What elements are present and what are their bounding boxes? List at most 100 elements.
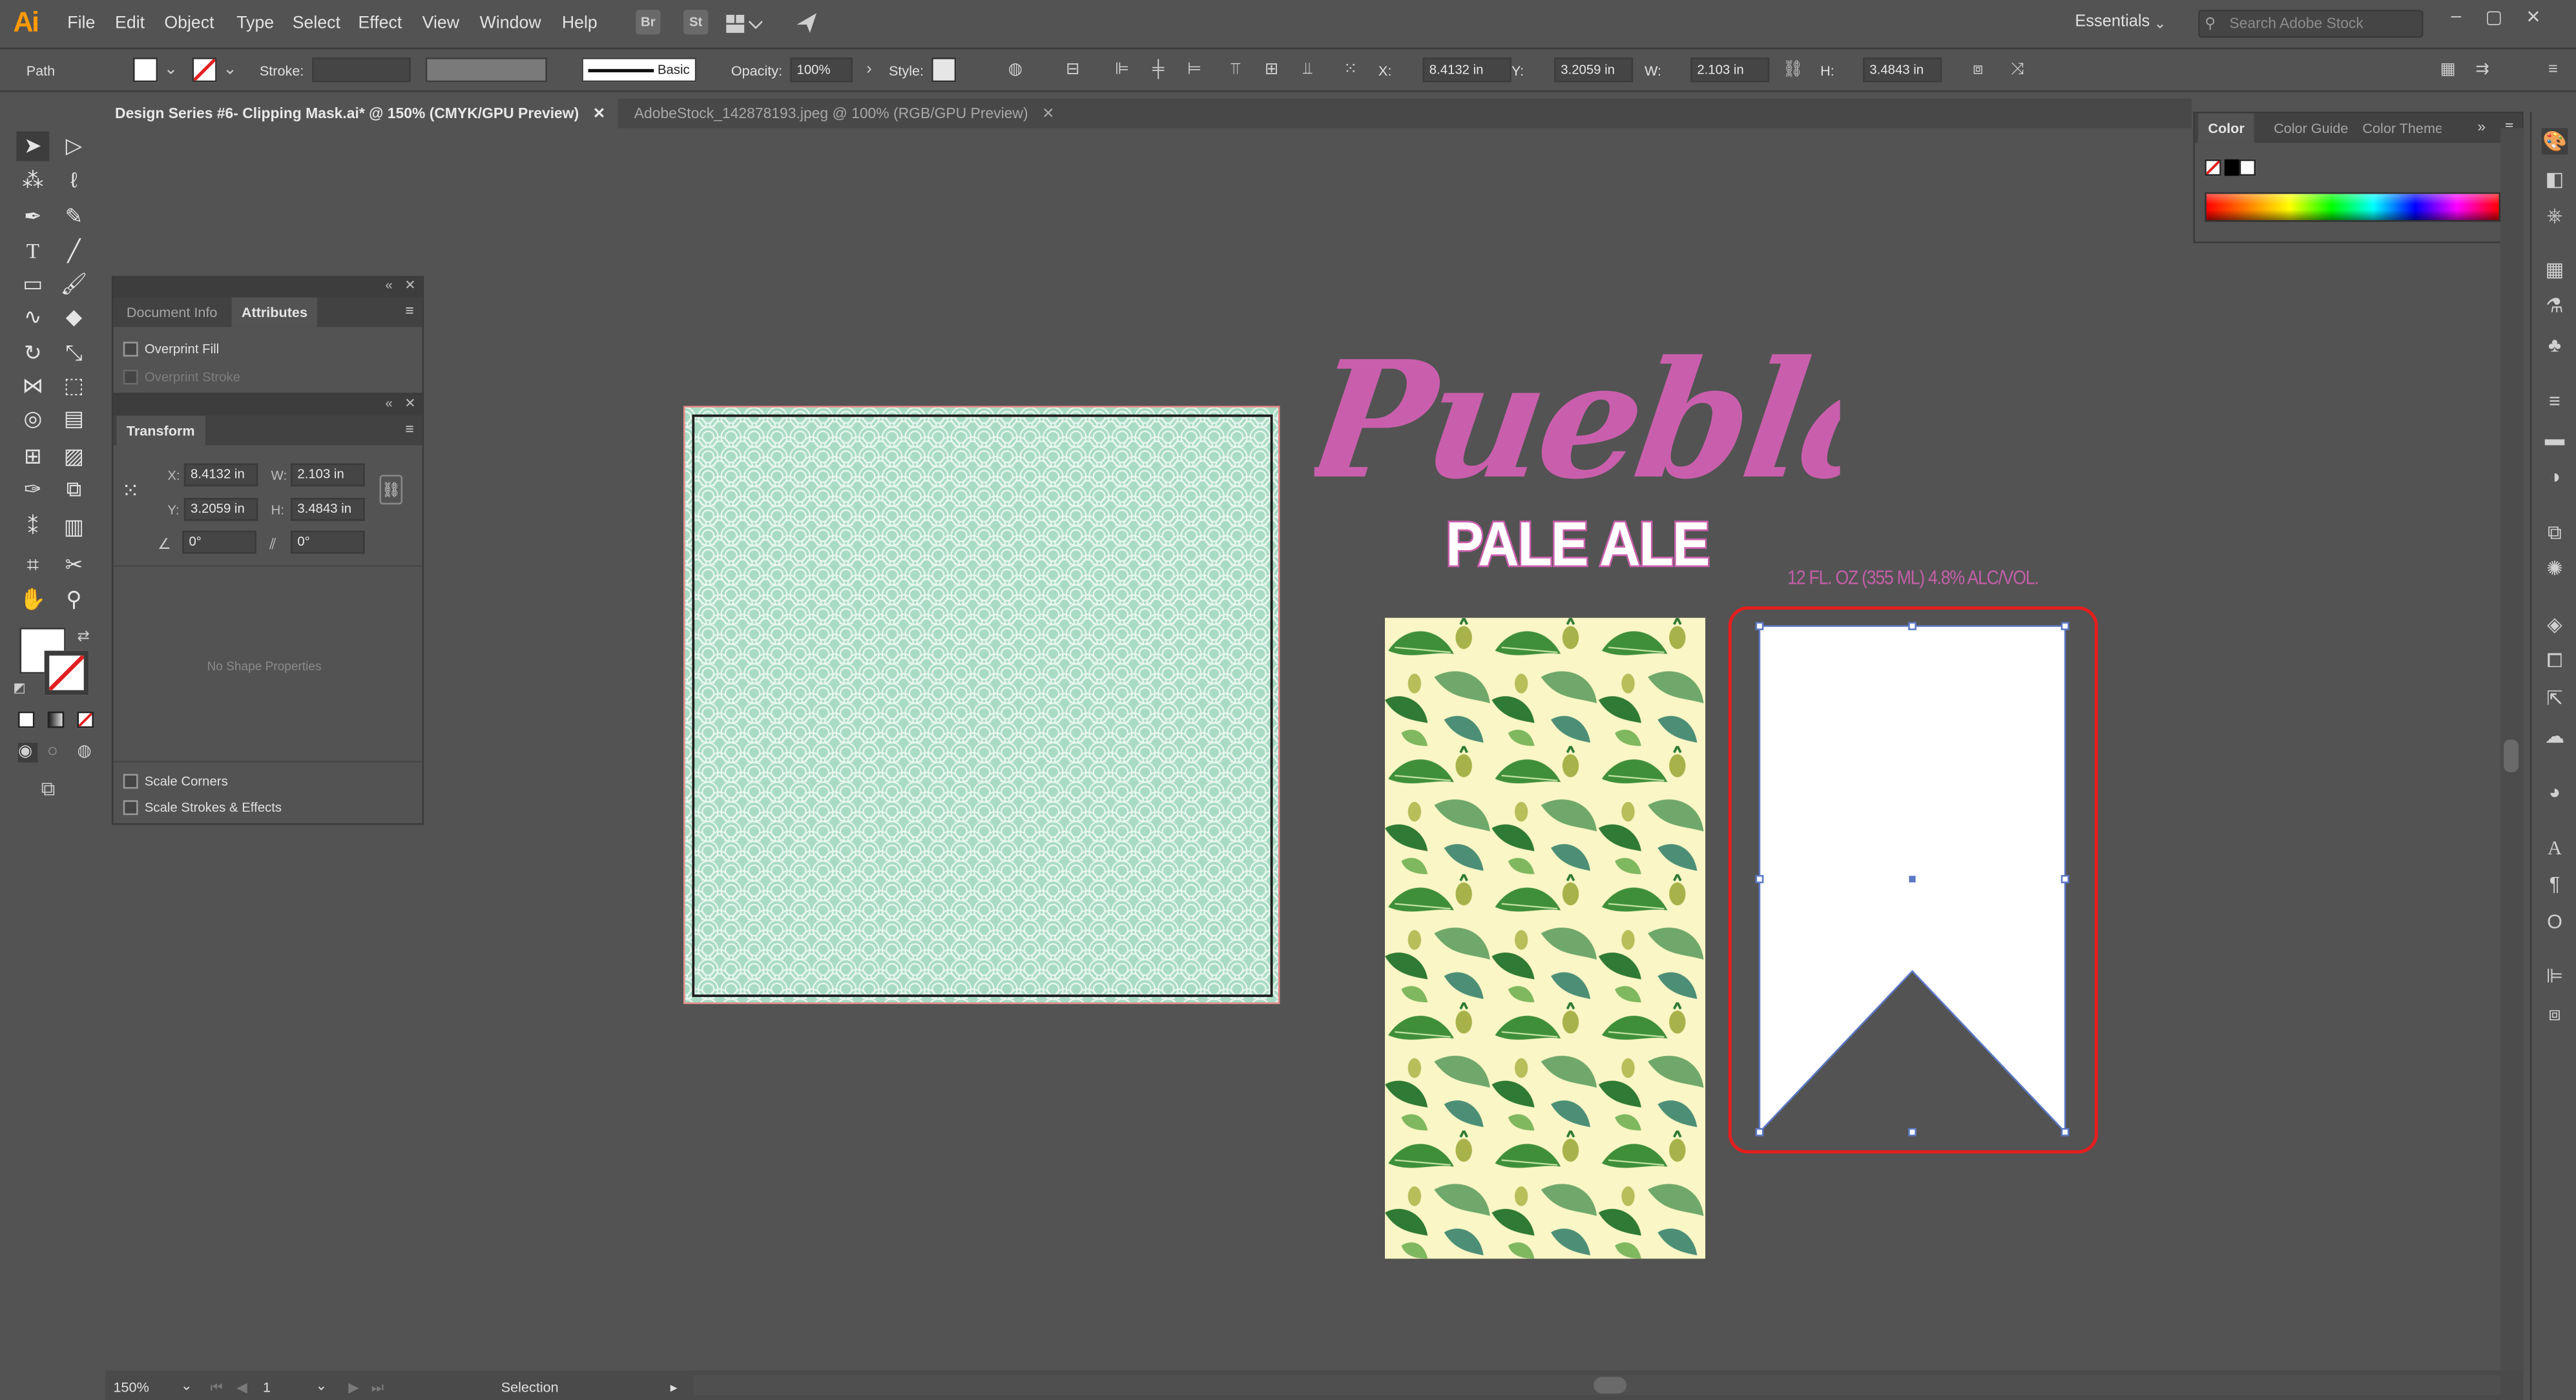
previous-artboard-icon[interactable]: ◀: [236, 1379, 247, 1397]
artboard-number-field[interactable]: 1: [263, 1379, 271, 1395]
properties-icon[interactable]: ◧: [2542, 166, 2568, 192]
panel-options-icon[interactable]: ⇉: [2473, 61, 2493, 81]
rotate-field[interactable]: 0°: [182, 530, 256, 554]
brush-definition[interactable]: Basic: [581, 57, 697, 83]
rotate-tool-icon[interactable]: ↻: [16, 338, 49, 368]
tf-y-field[interactable]: 3.2059 in: [183, 498, 258, 521]
fill-swatch[interactable]: [133, 57, 158, 83]
variable-width-profile[interactable]: [425, 57, 547, 83]
symbol-sprayer-tool-icon[interactable]: ⁑: [16, 513, 49, 542]
zoom-tool-icon[interactable]: ⚲: [57, 585, 90, 615]
selection-tool-icon[interactable]: ➤: [16, 131, 50, 161]
magic-wand-tool-icon[interactable]: ⁂: [16, 166, 49, 196]
brushes-icon[interactable]: ⚗: [2542, 293, 2568, 319]
x-field[interactable]: 8.4132 in: [1422, 57, 1511, 83]
menu-icon[interactable]: ≡: [2543, 61, 2563, 81]
rectangle-tool-icon[interactable]: ▭: [16, 269, 49, 299]
free-transform-tool-icon[interactable]: ⬚: [57, 371, 90, 401]
align-right-icon[interactable]: ⊨: [1185, 61, 1205, 81]
tf-x-field[interactable]: 8.4132 in: [183, 463, 258, 487]
eraser-tool-icon[interactable]: ◆: [57, 302, 90, 332]
pen-tool-icon[interactable]: ✒: [16, 202, 49, 232]
swatches-icon[interactable]: ▦: [2542, 256, 2568, 283]
hand-tool-icon[interactable]: ✋: [16, 585, 49, 615]
tab-color-themes[interactable]: Color Themes: [2353, 114, 2441, 143]
panel-menu-icon[interactable]: ≡: [406, 302, 414, 318]
reference-point-icon[interactable]: ⁙: [1340, 61, 1360, 81]
menu-select[interactable]: Select: [293, 13, 340, 33]
draw-behind-icon[interactable]: ◌: [48, 743, 57, 761]
reference-point-icon[interactable]: ⁙: [121, 478, 140, 504]
scale-strokes-checkbox[interactable]: [123, 800, 138, 816]
align-panel-icon[interactable]: ⊫: [2542, 963, 2568, 989]
swap-colors-icon[interactable]: ⇄: [78, 628, 90, 646]
chevron-right-icon[interactable]: ›: [859, 61, 879, 81]
curvature-tool-icon[interactable]: ✎: [57, 202, 90, 232]
draw-normal-icon[interactable]: ◉: [17, 743, 38, 763]
slice-tool-icon[interactable]: ✂: [57, 550, 90, 580]
beer-subtitle[interactable]: PALE ALE: [1442, 493, 1721, 579]
type-tool-icon[interactable]: T: [16, 236, 49, 266]
tab-color-guide[interactable]: Color Guide: [2264, 114, 2358, 143]
first-artboard-icon[interactable]: ⏮: [211, 1379, 223, 1397]
stroke-weight-field[interactable]: [312, 57, 411, 83]
overprint-fill-checkbox[interactable]: [123, 342, 138, 357]
character-icon[interactable]: A: [2542, 835, 2568, 861]
appearance-icon[interactable]: ⧉: [2542, 519, 2568, 546]
tab-document-info[interactable]: Document Info: [117, 298, 227, 327]
constrain-link-icon[interactable]: ⛓: [1783, 61, 1803, 81]
paragraph-icon[interactable]: ¶: [2542, 871, 2568, 898]
lasso-tool-icon[interactable]: ℓ: [57, 166, 90, 196]
opacity-field[interactable]: 100%: [790, 57, 853, 83]
stock-search-input[interactable]: Search Adobe Stock: [2198, 10, 2424, 38]
artboard[interactable]: [683, 406, 1280, 1004]
close-tab-icon[interactable]: ✕: [1042, 105, 1054, 121]
maximize-icon[interactable]: ▢: [2482, 6, 2506, 30]
width-tool-icon[interactable]: ⋈: [16, 371, 49, 401]
fill-dropdown-icon[interactable]: ⌄: [161, 61, 181, 81]
next-artboard-icon[interactable]: ▶: [348, 1379, 359, 1397]
stock-badge[interactable]: St: [683, 10, 709, 35]
canvas-area[interactable]: [105, 128, 2497, 1371]
h-field[interactable]: 3.4843 in: [1863, 57, 1942, 83]
libraries-icon[interactable]: ⎈: [2542, 202, 2568, 229]
align-top-icon[interactable]: ⫪: [1225, 61, 1245, 81]
y-field[interactable]: 3.2059 in: [1554, 57, 1634, 83]
tropical-pattern-image[interactable]: [1385, 617, 1706, 1259]
close-icon[interactable]: ✕: [2522, 6, 2545, 30]
transform-icon[interactable]: ⧈: [1968, 61, 1988, 81]
menu-file[interactable]: File: [67, 13, 95, 33]
arrange-icon[interactable]: ▦: [2438, 61, 2458, 81]
menu-help[interactable]: Help: [562, 13, 597, 33]
send-arrow-icon[interactable]: [795, 12, 818, 35]
volume-line[interactable]: 12 FL. OZ (355 ML) 4.8% ALC/VOL.: [1787, 567, 2039, 590]
tab-color[interactable]: Color: [2198, 113, 2255, 143]
expand-panel-icon[interactable]: »: [2477, 118, 2486, 134]
tab-transform[interactable]: Transform: [116, 415, 205, 446]
tf-w-field[interactable]: 2.103 in: [291, 463, 365, 487]
scale-corners-checkbox[interactable]: [123, 774, 138, 789]
artboard-tool-icon[interactable]: ⌗: [16, 550, 49, 580]
black-swatch[interactable]: [2224, 159, 2241, 176]
menu-effect[interactable]: Effect: [358, 13, 402, 33]
none-mode-icon[interactable]: [77, 711, 94, 728]
status-menu-arrow[interactable]: ▸: [670, 1379, 678, 1397]
zoom-dropdown-icon[interactable]: ⌄: [181, 1377, 192, 1395]
mesh-tool-icon[interactable]: ⊞: [16, 442, 49, 471]
align-middle-icon[interactable]: ⊞: [1262, 61, 1282, 81]
stroke-swatch[interactable]: [192, 57, 217, 83]
collapse-panel-icon[interactable]: «: [386, 396, 393, 411]
color-panel-icon[interactable]: 🎨: [2541, 128, 2568, 155]
gradient-panel-icon[interactable]: ▬: [2542, 426, 2568, 452]
column-graph-tool-icon[interactable]: ▥: [57, 513, 90, 542]
chevron-down-icon[interactable]: ⌄: [2154, 15, 2166, 33]
line-tool-icon[interactable]: ╱: [57, 236, 90, 266]
transparency-icon[interactable]: ◑: [2542, 464, 2568, 490]
color-spectrum[interactable]: [2205, 192, 2501, 222]
scroll-thumb[interactable]: [2504, 739, 2519, 772]
menu-type[interactable]: Type: [236, 13, 274, 33]
arrange-documents-icon[interactable]: [726, 13, 763, 33]
tf-h-field[interactable]: 3.4843 in: [291, 498, 365, 521]
scale-tool-icon[interactable]: ⤡: [57, 338, 90, 368]
menu-edit[interactable]: Edit: [115, 13, 145, 33]
